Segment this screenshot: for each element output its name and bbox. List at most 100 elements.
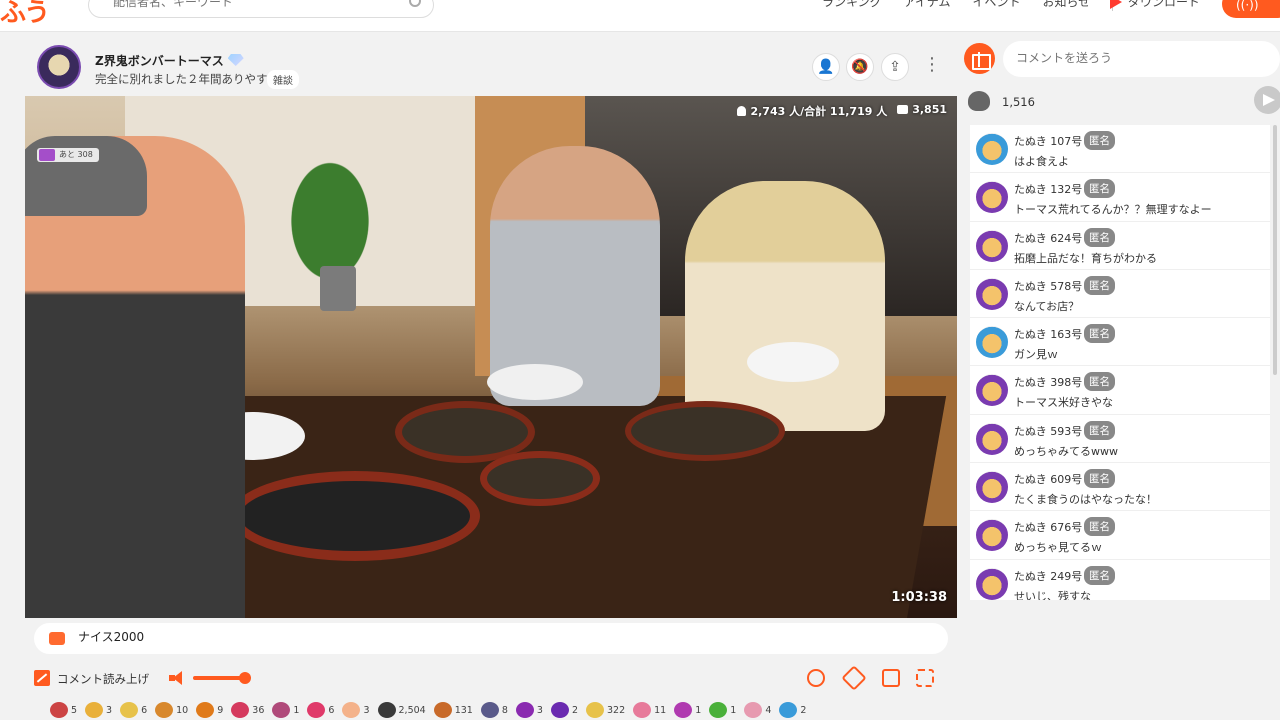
commenter-name[interactable]: たぬき 398号 <box>1014 374 1082 390</box>
follow-button[interactable]: 👤 <box>812 53 840 81</box>
commenter-name[interactable]: たぬき 132号 <box>1014 181 1082 197</box>
go-live-button[interactable]: ((·)) <box>1222 0 1280 18</box>
gift-count: 2 <box>571 704 578 716</box>
commenter-name[interactable]: たぬき 609号 <box>1014 471 1082 487</box>
gift-item[interactable]: 36 <box>231 702 264 718</box>
share-button[interactable]: ⇪ <box>881 53 909 81</box>
search-box[interactable] <box>88 0 434 18</box>
gift-item[interactable]: 11 <box>633 702 666 718</box>
speaker-icon[interactable] <box>169 670 187 686</box>
gift-item[interactable]: 1 <box>674 702 701 718</box>
gift-count: 2,504 <box>398 704 426 716</box>
comment-scrollbar[interactable] <box>1273 125 1277 375</box>
nav-news[interactable]: お知らせ <box>1042 0 1090 11</box>
read-aloud-toggle[interactable] <box>34 670 50 686</box>
comment-bar[interactable] <box>34 623 948 654</box>
brush-icon[interactable] <box>841 665 867 691</box>
search-icon[interactable] <box>409 0 421 7</box>
gift-item[interactable]: 131 <box>433 702 473 718</box>
level-badge: あと 308 <box>37 148 99 162</box>
mini-player-icon[interactable] <box>882 669 900 687</box>
chat-input[interactable] <box>1016 51 1256 65</box>
gift-item[interactable]: 6 <box>120 702 147 718</box>
gift-count: 36 <box>252 704 265 716</box>
gift-icon <box>196 702 215 718</box>
download-link[interactable]: ダウンロード <box>1110 0 1200 10</box>
comment-item[interactable]: たぬき 132号 匿名 トーマス荒れてるんか？？無理すなよー <box>970 173 1270 222</box>
gift-item[interactable]: 322 <box>586 702 625 718</box>
gift-item[interactable]: 3 <box>515 702 543 718</box>
nav-events[interactable]: イベント <box>972 0 1020 11</box>
video-scene-person-right <box>685 181 885 431</box>
commenter-avatar[interactable] <box>976 277 1008 310</box>
commenter-avatar[interactable] <box>976 133 1008 165</box>
commenter-name[interactable]: たぬき 107号 <box>1014 133 1082 149</box>
gift-item[interactable]: 1 <box>272 702 299 718</box>
comment-item[interactable]: たぬき 249号 匿名 せいじ、残すな <box>970 560 1270 600</box>
comment-item[interactable]: たぬき 578号 匿名 なんてお店？ <box>970 270 1270 319</box>
comment-count-text: 3,851 <box>912 103 947 116</box>
comment-item[interactable]: たぬき 107号 匿名 はよ食えよ <box>970 125 1270 174</box>
comment-text: なんてお店？ <box>1014 299 1080 313</box>
video-player[interactable]: あと 308 2,743 人/合計 11,719 人 3,851 1:03:38 <box>25 96 957 618</box>
comment-item[interactable]: たぬき 624号 匿名 拓磨上品だな！育ちがわかる <box>970 222 1270 270</box>
commenter-avatar[interactable] <box>976 471 1008 504</box>
commenter-avatar[interactable] <box>976 326 1008 359</box>
nav-items[interactable]: アイテム <box>904 0 951 11</box>
more-menu-icon[interactable]: ⋮ <box>923 56 941 74</box>
category-tag[interactable]: 雑談 <box>267 70 299 89</box>
comment-item[interactable]: たぬき 676号 匿名 めっちゃ見てるｗ <box>970 511 1270 560</box>
clap-icon[interactable] <box>968 91 990 111</box>
commenter-name[interactable]: たぬき 163号 <box>1014 326 1082 342</box>
comment-item[interactable]: たぬき 163号 匿名 ガン見ｗ <box>970 318 1270 367</box>
gift-count: 1 <box>730 704 737 716</box>
gift-item[interactable]: 3 <box>85 702 112 718</box>
gift-item[interactable]: 2 <box>550 702 578 718</box>
notification-button[interactable]: 🔕 <box>846 53 874 81</box>
gift-item[interactable]: 9 <box>196 702 223 718</box>
volume-slider[interactable] <box>193 672 251 684</box>
gift-item[interactable]: 3 <box>342 702 370 718</box>
commenter-avatar[interactable] <box>976 519 1008 552</box>
comment-input[interactable] <box>78 629 898 643</box>
gift-item[interactable]: 2 <box>779 702 806 718</box>
stream-title[interactable]: Z界鬼ボンバートーマス <box>95 52 244 69</box>
gift-item[interactable]: 1 <box>709 702 736 718</box>
gift-count: 322 <box>607 704 626 716</box>
gift-item[interactable]: 5 <box>50 702 77 718</box>
commenter-name[interactable]: たぬき 624号 <box>1014 230 1082 246</box>
send-button[interactable] <box>1254 86 1280 114</box>
comment-list[interactable]: たぬき 107号 匿名 はよ食えよ たぬき 132号 匿名 トーマス荒れてるんか？？無理す… <box>970 125 1270 600</box>
commenter-avatar[interactable] <box>976 374 1008 407</box>
search-input[interactable] <box>113 0 403 9</box>
site-logo[interactable]: ふう <box>0 0 50 29</box>
fullscreen-icon[interactable] <box>916 669 934 687</box>
gift-item[interactable]: 6 <box>307 702 334 718</box>
commenter-name[interactable]: たぬき 578号 <box>1014 278 1082 294</box>
anonymous-badge: 匿名 <box>1084 565 1115 585</box>
commenter-avatar[interactable] <box>976 567 1008 600</box>
comment-item[interactable]: たぬき 398号 匿名 トーマス米好きやな <box>970 366 1270 415</box>
chat-input-box[interactable] <box>1003 41 1280 77</box>
comment-item[interactable]: たぬき 609号 匿名 たくま食うのはやなったな！ <box>970 463 1270 512</box>
gift-button[interactable] <box>964 43 995 74</box>
volume-knob[interactable] <box>239 672 251 684</box>
gift-item[interactable]: 2,504 <box>377 702 426 718</box>
commenter-avatar[interactable] <box>976 181 1008 214</box>
streamer-avatar[interactable] <box>37 45 81 89</box>
gift-item[interactable]: 10 <box>155 702 188 718</box>
comment-text: トーマス荒れてるんか？？無理すなよー <box>1014 203 1212 217</box>
commenter-avatar[interactable] <box>976 422 1008 455</box>
gift-item[interactable]: 8 <box>480 702 508 718</box>
elapsed-time: 1:03:38 <box>891 590 947 605</box>
settings-icon[interactable] <box>807 669 825 687</box>
badge-text: あと 308 <box>59 150 93 159</box>
gift-item[interactable]: 4 <box>744 702 771 718</box>
comment-item[interactable]: たぬき 593号 匿名 めっちゃみてるwww <box>970 415 1270 464</box>
commenter-avatar[interactable] <box>976 229 1008 262</box>
commenter-name[interactable]: たぬき 676号 <box>1014 519 1082 535</box>
nav-ranking[interactable]: ランキング <box>822 0 882 11</box>
comment-text: たくま食うのはやなったな！ <box>1014 493 1157 507</box>
commenter-name[interactable]: たぬき 593号 <box>1014 423 1082 439</box>
commenter-name[interactable]: たぬき 249号 <box>1014 568 1082 584</box>
